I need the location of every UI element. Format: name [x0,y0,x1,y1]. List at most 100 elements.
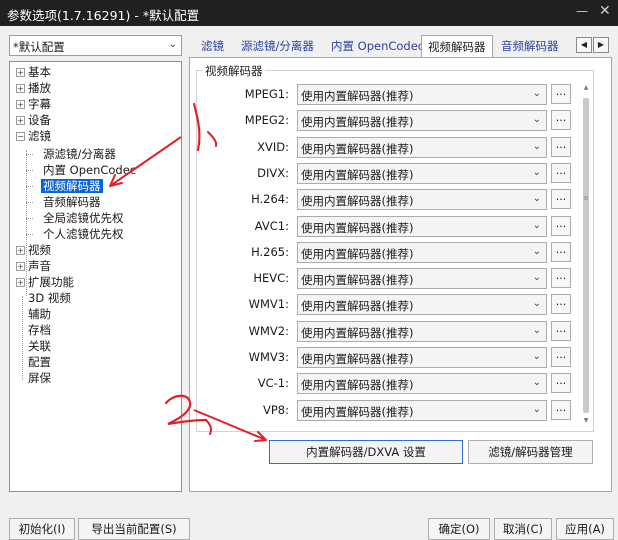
group-title: 视频解码器 [203,63,265,79]
scroll-thumb[interactable] [583,98,589,413]
tree-item-playback[interactable]: + 播放 [16,80,51,96]
tree-item-source-filter[interactable]: 源滤镜/分离器 [43,146,116,162]
close-icon[interactable]: ✕ [599,3,611,19]
export-config-button[interactable]: 导出当前配置(S) [78,518,190,540]
decoder-select[interactable]: 使用内置解码器(推荐) ⌄ [297,321,547,342]
decoder-select-value: 使用内置解码器(推荐) [301,221,414,235]
tab-source-filter[interactable]: 源滤镜/分离器 [235,37,320,58]
expand-icon[interactable]: + [16,116,25,125]
tree-item-global-filter-priority[interactable]: 全局滤镜优先权 [43,210,124,226]
tree-item-filters[interactable]: − 滤镜 [16,128,51,144]
tab-audio-decoder[interactable]: 音频解码器 [495,37,565,58]
decoder-select[interactable]: 使用内置解码器(推荐) ⌄ [297,189,547,210]
decoder-select-value: 使用内置解码器(推荐) [301,247,414,261]
dxva-settings-button[interactable]: 内置解码器/DXVA 设置 [269,440,463,464]
init-button[interactable]: 初始化(I) [9,518,75,540]
decoder-select[interactable]: 使用内置解码器(推荐) ⌄ [297,84,547,105]
tree-item-label: 基本 [28,65,51,79]
ok-button[interactable]: 确定(O) [428,518,490,540]
decoder-select[interactable]: 使用内置解码器(推荐) ⌄ [297,163,547,184]
chevron-down-icon: ⌄ [532,298,541,309]
filter-manager-button[interactable]: 滤镜/解码器管理 [468,440,593,464]
settings-tree[interactable]: + 基本 + 播放 + 字幕 + 设备 − 滤镜 源滤镜/分离器 内置 OpenCodec… [9,61,182,492]
expand-icon[interactable]: + [16,84,25,93]
decoder-select-value: 使用内置解码器(推荐) [301,89,414,103]
tree-item-label: 全局滤镜优先权 [43,211,124,225]
decoder-options-button[interactable]: ... [551,294,571,314]
tree-item-device[interactable]: + 设备 [16,112,51,128]
tree-item-label: 播放 [28,81,51,95]
decoder-options-button[interactable]: ... [551,84,571,104]
decoder-select-value: 使用内置解码器(推荐) [301,299,414,313]
apply-button[interactable]: 应用(A) [556,518,614,540]
tab-opencodec[interactable]: 内置 OpenCodec [325,37,430,58]
decoder-options-button[interactable]: ... [551,373,571,393]
scroll-down-icon[interactable]: ▼ [581,417,591,424]
decoder-options-button[interactable]: ... [551,137,571,157]
expand-icon[interactable]: + [16,278,25,287]
tree-item-association[interactable]: 关联 [28,338,51,354]
tree-item-subtitle[interactable]: + 字幕 [16,96,51,112]
tree-item-label: 屏保 [28,371,51,385]
decoder-select[interactable]: 使用内置解码器(推荐) ⌄ [297,242,547,263]
decoder-options-button[interactable]: ... [551,268,571,288]
tree-item-assist[interactable]: 辅助 [28,306,51,322]
tree-item-label: 视频解码器 [41,179,103,193]
decoder-label: HEVC: [253,271,289,285]
tree-item-video-decoder[interactable]: 视频解码器 [41,178,103,194]
decoder-options-button[interactable]: ... [551,321,571,341]
decoder-options-button[interactable]: ... [551,110,571,130]
decoder-select[interactable]: 使用内置解码器(推荐) ⌄ [297,347,547,368]
expand-icon[interactable]: + [16,262,25,271]
tree-item-basic[interactable]: + 基本 [16,64,51,80]
tree-item-personal-filter-priority[interactable]: 个人滤镜优先权 [43,226,124,242]
decoder-select-value: 使用内置解码器(推荐) [301,273,414,287]
decoder-select-value: 使用内置解码器(推荐) [301,378,414,392]
expand-icon[interactable]: + [16,100,25,109]
decoder-select-value: 使用内置解码器(推荐) [301,405,414,419]
decoder-label: MPEG2: [244,113,289,127]
decoder-options-button[interactable]: ... [551,242,571,262]
cancel-button[interactable]: 取消(C) [494,518,552,540]
decoder-select[interactable]: 使用内置解码器(推荐) ⌄ [297,268,547,289]
expand-icon[interactable]: + [16,246,25,255]
decoder-options-button[interactable]: ... [551,189,571,209]
chevron-down-icon: ⌄ [532,351,541,362]
decoder-select[interactable]: 使用内置解码器(推荐) ⌄ [297,294,547,315]
tree-item-archive[interactable]: 存档 [28,322,51,338]
decoder-label: WMV1: [248,297,289,311]
decoder-label: WMV3: [248,350,289,364]
tree-item-audio[interactable]: + 声音 [16,258,51,274]
tree-item-extensions[interactable]: + 扩展功能 [16,274,74,290]
profile-select-value: *默认配置 [13,40,65,54]
decoder-options-button[interactable]: ... [551,216,571,236]
decoder-options-button[interactable]: ... [551,163,571,183]
decoder-select[interactable]: 使用内置解码器(推荐) ⌄ [297,216,547,237]
minimize-icon[interactable]: — [576,4,588,18]
tab-scroll-right-icon[interactable]: ▶ [593,37,609,53]
tree-item-audio-decoder[interactable]: 音频解码器 [43,194,101,210]
decoder-select-value: 使用内置解码器(推荐) [301,142,414,156]
decoder-select[interactable]: 使用内置解码器(推荐) ⌄ [297,373,547,394]
decoder-select[interactable]: 使用内置解码器(推荐) ⌄ [297,137,547,158]
chevron-down-icon: ⌄ [532,272,541,283]
decoder-options-button[interactable]: ... [551,400,571,420]
profile-select[interactable]: *默认配置 ⌄ [9,35,182,56]
tree-item-3d-video[interactable]: 3D 视频 [28,290,71,306]
tab-filters[interactable]: 滤镜 [195,37,230,58]
tree-item-video[interactable]: + 视频 [16,242,51,258]
collapse-icon[interactable]: − [16,132,25,141]
decoder-options-button[interactable]: ... [551,347,571,367]
tab-scroll-left-icon[interactable]: ◀ [576,37,592,53]
panel-scrollbar[interactable]: ▲ ≡ ▼ [580,84,592,427]
expand-icon[interactable]: + [16,68,25,77]
decoder-select[interactable]: 使用内置解码器(推荐) ⌄ [297,110,547,131]
tree-item-opencodec[interactable]: 内置 OpenCodec [43,162,136,178]
decoder-select[interactable]: 使用内置解码器(推荐) ⌄ [297,400,547,421]
decoder-select-value: 使用内置解码器(推荐) [301,115,414,129]
scroll-up-icon[interactable]: ▲ [581,84,591,91]
tab-video-decoder[interactable]: 视频解码器 [421,35,493,59]
tree-item-label: 视频 [28,243,51,257]
tree-item-config[interactable]: 配置 [28,354,51,370]
tree-item-screensaver[interactable]: 屏保 [28,370,51,386]
